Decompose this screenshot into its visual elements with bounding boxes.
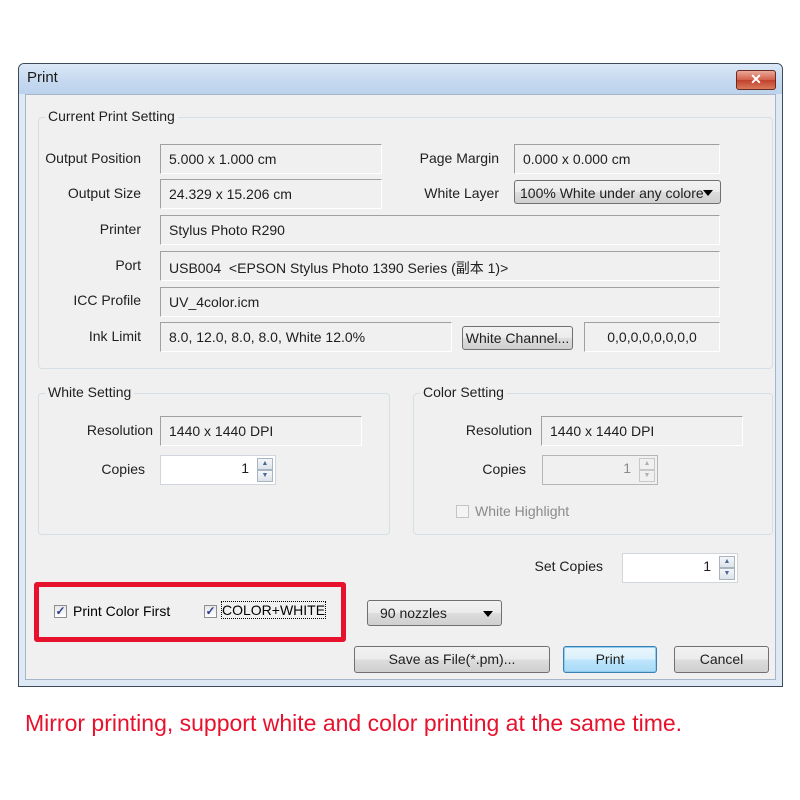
spin-down-icon[interactable]: ▼ <box>257 470 273 482</box>
white-copies-value: 1 <box>241 460 249 476</box>
dialog-client-area: Current Print Setting Output Position 5.… <box>25 94 776 680</box>
spin-up-icon: ▲ <box>639 458 655 470</box>
white-copies-label: Copies <box>101 461 145 477</box>
nozzles-dropdown[interactable]: 90 nozzles <box>367 600 502 626</box>
printer-label: Printer <box>99 221 141 237</box>
print-dialog: Print ✕ Current Print Setting Output Pos… <box>18 63 783 687</box>
output-position-field: 5.000 x 1.000 cm <box>160 144 382 174</box>
print-color-first-checkbox[interactable]: ✓ <box>54 605 67 618</box>
page-margin-label: Page Margin <box>419 150 499 166</box>
color-setting-group: Color Setting Resolution 1440 x 1440 DPI… <box>413 384 773 535</box>
color-resolution-field: 1440 x 1440 DPI <box>541 416 743 446</box>
title-bar[interactable]: Print ✕ <box>19 64 782 94</box>
output-size-label: Output Size <box>67 185 141 201</box>
printer-field: Stylus Photo R290 <box>160 215 720 245</box>
color-copies-stepper: 1 ▲ ▼ <box>542 455 658 485</box>
close-button[interactable]: ✕ <box>736 70 776 90</box>
white-layer-label: White Layer <box>424 185 499 201</box>
current-print-setting-group: Current Print Setting Output Position 5.… <box>38 108 773 369</box>
color-white-label[interactable]: COLOR+WHITE <box>220 601 327 619</box>
white-setting-group: White Setting Resolution 1440 x 1440 DPI… <box>38 384 390 535</box>
icc-profile-label: ICC Profile <box>73 292 141 308</box>
white-highlight-label: White Highlight <box>475 503 570 519</box>
window-title: Print <box>27 69 58 86</box>
cancel-button[interactable]: Cancel <box>674 646 769 673</box>
color-white-checkbox[interactable]: ✓ <box>204 605 217 618</box>
icc-profile-field: UV_4color.icm <box>160 287 720 317</box>
set-copies-label: Set Copies <box>534 558 603 574</box>
caption-text: Mirror printing, support white and color… <box>25 710 683 736</box>
white-layer-selected: 100% White under any colore <box>520 185 704 201</box>
color-copies-value: 1 <box>623 460 631 476</box>
spin-up-icon[interactable]: ▲ <box>719 556 735 568</box>
set-copies-stepper[interactable]: 1 ▲ ▼ <box>622 553 738 583</box>
ink-limit-field: 8.0, 12.0, 8.0, 8.0, White 12.0% <box>160 322 452 352</box>
page-margin-field: 0.000 x 0.000 cm <box>514 144 720 174</box>
port-label: Port <box>115 257 141 273</box>
white-copies-stepper[interactable]: 1 ▲ ▼ <box>160 455 276 485</box>
output-size-field: 24.329 x 15.206 cm <box>160 179 382 209</box>
color-copies-label: Copies <box>482 461 526 477</box>
print-color-first-label[interactable]: Print Color First <box>73 603 170 619</box>
white-resolution-field: 1440 x 1440 DPI <box>160 416 362 446</box>
chevron-down-icon <box>703 190 713 196</box>
ink-limit-label: Ink Limit <box>88 328 141 344</box>
white-resolution-label: Resolution <box>86 422 153 438</box>
group-label: Current Print Setting <box>45 108 178 124</box>
spin-down-icon: ▼ <box>639 470 655 482</box>
save-as-file-button[interactable]: Save as File(*.pm)... <box>354 646 550 673</box>
spin-up-icon[interactable]: ▲ <box>257 458 273 470</box>
nozzles-selected: 90 nozzles <box>380 605 447 621</box>
color-resolution-label: Resolution <box>465 422 532 438</box>
output-position-label: Output Position <box>45 150 141 166</box>
chevron-down-icon <box>483 611 493 617</box>
white-channel-value: 0,0,0,0,0,0,0,0 <box>584 322 720 352</box>
group-label: Color Setting <box>420 384 507 400</box>
white-layer-dropdown[interactable]: 100% White under any colore <box>514 180 721 204</box>
spin-down-icon[interactable]: ▼ <box>719 568 735 580</box>
group-label: White Setting <box>45 384 135 400</box>
white-highlight-checkbox <box>456 505 469 518</box>
set-copies-value: 1 <box>703 558 711 574</box>
close-x-icon: ✕ <box>750 71 762 87</box>
port-field: USB004 <EPSON Stylus Photo 1390 Series (… <box>160 251 720 281</box>
white-channel-button[interactable]: White Channel... <box>462 326 573 350</box>
print-button[interactable]: Print <box>563 646 657 673</box>
